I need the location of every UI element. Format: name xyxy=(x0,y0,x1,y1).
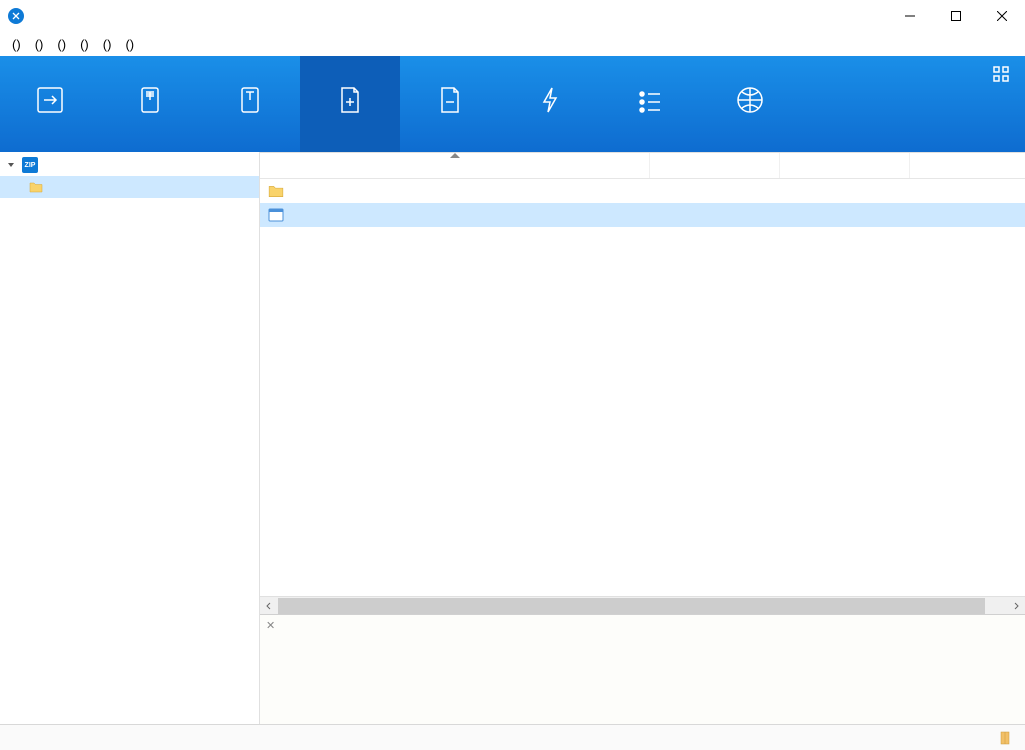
scroll-left-icon[interactable] xyxy=(260,597,278,615)
folder-icon xyxy=(28,179,44,195)
tree-root[interactable]: ZIP xyxy=(0,154,259,176)
window-controls xyxy=(887,0,1025,32)
tree-panel[interactable]: ZIP xyxy=(0,152,260,724)
sort-asc-icon xyxy=(450,153,460,158)
info-panel: ✕ xyxy=(260,614,1025,724)
tree-child[interactable] xyxy=(0,176,259,198)
list-row-parent[interactable] xyxy=(260,179,1025,203)
status-sep-icon xyxy=(995,731,1015,745)
statusbar xyxy=(0,724,1025,750)
toolbar-delete[interactable] xyxy=(400,56,500,152)
menu-options[interactable]: () xyxy=(80,37,89,52)
horizontal-scrollbar[interactable] xyxy=(260,596,1025,614)
exe-icon xyxy=(268,207,284,223)
col-name[interactable] xyxy=(260,153,650,178)
toolbar-add[interactable] xyxy=(300,56,400,152)
scroll-right-icon[interactable] xyxy=(1007,597,1025,615)
list-body[interactable] xyxy=(260,179,1025,596)
zip-icon: ZIP xyxy=(22,157,38,173)
col-original[interactable] xyxy=(780,153,910,178)
toolbar-view[interactable] xyxy=(600,56,700,152)
titlebar xyxy=(0,0,1025,32)
menubar: () () () () () () xyxy=(0,32,1025,56)
menu-view[interactable]: () xyxy=(103,37,112,52)
menu-find[interactable]: () xyxy=(57,37,66,52)
menu-help[interactable]: () xyxy=(125,37,134,52)
toolbar-extract[interactable] xyxy=(100,56,200,152)
app-icon xyxy=(8,8,24,24)
caret-down-icon[interactable] xyxy=(6,160,18,170)
maximize-button[interactable] xyxy=(933,0,979,32)
minimize-button[interactable] xyxy=(887,0,933,32)
toolbar-open[interactable] xyxy=(0,56,100,152)
workspace: ZIP xyxy=(0,152,1025,724)
menu-edit[interactable]: () xyxy=(35,37,44,52)
list-panel: ✕ xyxy=(260,152,1025,724)
toolbar-test[interactable] xyxy=(500,56,600,152)
list-header xyxy=(260,153,1025,179)
folder-icon xyxy=(268,183,284,199)
toolbar xyxy=(0,56,1025,152)
col-compressed[interactable] xyxy=(650,153,780,178)
col-type[interactable] xyxy=(910,153,1025,178)
toolbar-new[interactable] xyxy=(200,56,300,152)
close-button[interactable] xyxy=(979,0,1025,32)
list-row-file[interactable] xyxy=(260,203,1025,227)
menu-file[interactable]: () xyxy=(12,37,21,52)
toolbar-codepage[interactable] xyxy=(700,56,800,152)
info-close-icon[interactable]: ✕ xyxy=(266,619,275,632)
toolbar-options-icon[interactable] xyxy=(977,56,1025,152)
